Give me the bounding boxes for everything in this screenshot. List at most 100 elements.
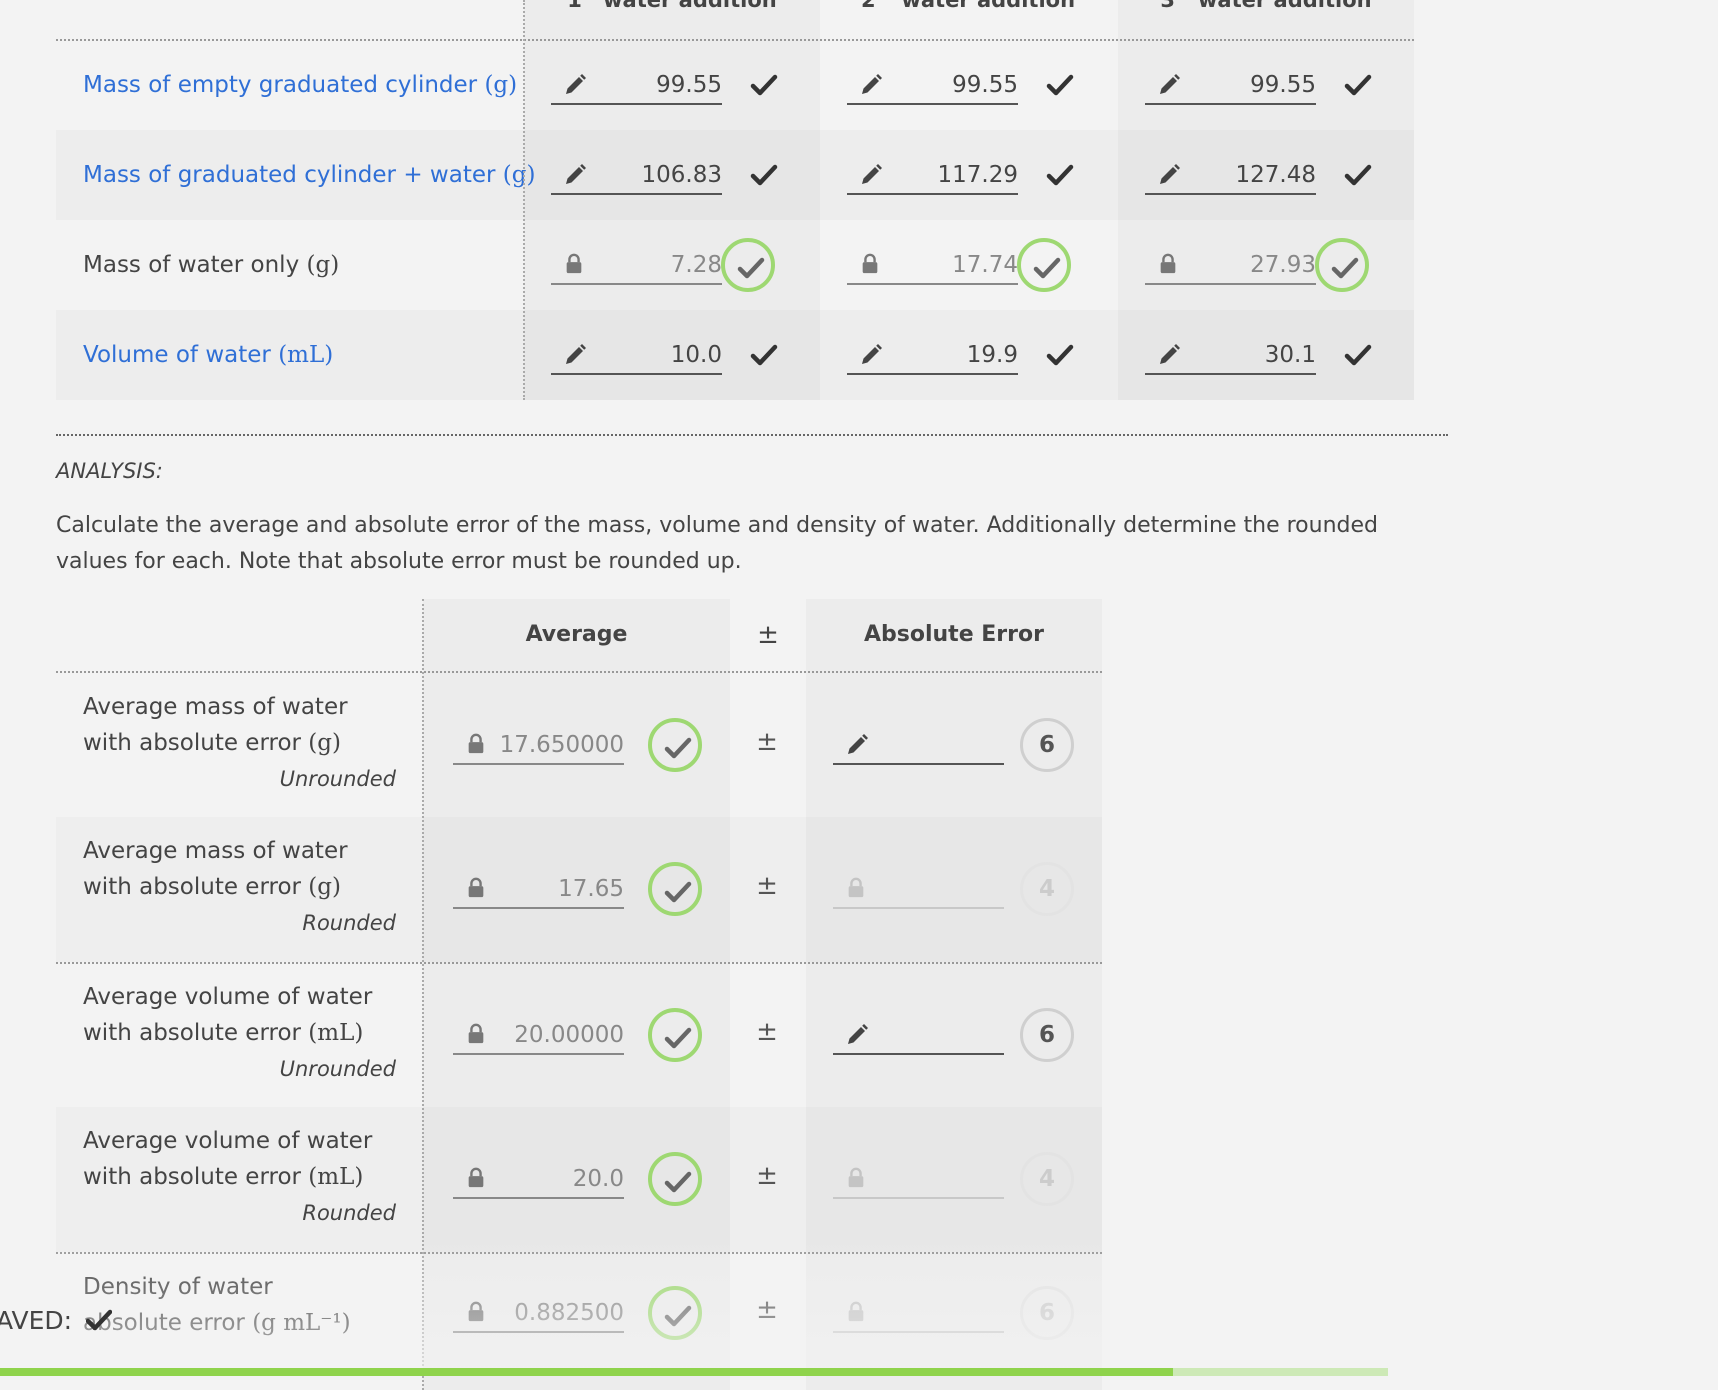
col-ordinal-suffix: st (582, 0, 596, 3)
label-line-2: absolute error (g mL⁻¹) (83, 1305, 396, 1341)
average-value: 17.65 (558, 876, 624, 902)
label-line-2-text: with absolute error (83, 1020, 301, 1046)
col-ordinal: 1 (567, 0, 582, 12)
validated-ring (648, 718, 702, 772)
value-input[interactable]: 99.55 (847, 67, 1018, 105)
absolute-error-input[interactable] (833, 727, 1004, 765)
analysis-label-divider (422, 599, 424, 1390)
analysis-row: Average mass of water with absolute error… (56, 673, 1102, 817)
plus-minus: ± (756, 871, 778, 901)
value-input[interactable]: 127.48 (1145, 157, 1316, 195)
col-ordinal: 3 (1160, 0, 1175, 12)
label-unit: (g) (308, 730, 341, 756)
data-row: Mass of graduated cylinder + water (g) 10… (56, 130, 1414, 220)
pencil-icon (859, 163, 883, 187)
analysis-row-label: Average mass of water with absolute error… (83, 689, 396, 797)
pencil-icon (563, 163, 587, 187)
absolute-error-input (833, 1295, 1004, 1333)
absolute-error-input (833, 871, 1004, 909)
rounding-mode: Unrounded (279, 1057, 396, 1081)
analysis-row: Average volume of water with absolute err… (56, 963, 1102, 1107)
pencil-icon (859, 73, 883, 97)
pencil-icon (1157, 73, 1181, 97)
row-label[interactable]: Mass of empty graduated cylinder (g) (83, 40, 517, 130)
check-icon (750, 343, 778, 367)
check-icon (664, 1170, 692, 1193)
row-label[interactable]: Mass of graduated cylinder + water (g) (83, 130, 535, 220)
row-label-text: Mass of graduated cylinder + water (83, 162, 496, 188)
average-value: 20.00000 (514, 1022, 624, 1048)
label-line-1: Density of water (83, 1274, 273, 1300)
attempts-remaining: 6 (1020, 1008, 1074, 1062)
plus-minus: ± (756, 1161, 778, 1191)
average-input: 0.882500 (453, 1295, 624, 1333)
label-line-2: with absolute error (mL) (83, 1159, 396, 1195)
value-cell: 127.48 (1118, 130, 1414, 220)
row-unit: (g) (306, 252, 340, 278)
col-ordinal-suffix: nd (876, 0, 895, 3)
value-text: 106.83 (641, 162, 722, 188)
average-value: 20.0 (572, 1166, 624, 1192)
value-cell: 99.55 (1118, 40, 1414, 130)
label-line-1: Average mass of water (83, 694, 348, 720)
col-label: water addition (603, 0, 777, 12)
analysis-header-divider (56, 671, 1102, 673)
data-row: Mass of empty graduated cylinder (g) 99.5… (56, 40, 1414, 130)
analysis-row-label: Density of water absolute error (g mL⁻¹) (83, 1269, 396, 1341)
label-line-1: Average volume of water (83, 1128, 373, 1154)
col-label: water addition (1198, 0, 1372, 12)
value-cell: 99.55 (524, 40, 820, 130)
value-text: 117.29 (937, 162, 1018, 188)
pencil-icon (1157, 163, 1181, 187)
value-cell: 30.1 (1118, 310, 1414, 400)
validated-ring (648, 1286, 702, 1340)
value-text: 99.55 (1250, 72, 1316, 98)
average-input: 20.0 (453, 1161, 624, 1199)
lock-icon (859, 253, 883, 277)
value-input[interactable]: 10.0 (551, 337, 722, 375)
lock-icon (465, 877, 489, 901)
value-text: 10.0 (670, 342, 722, 368)
label-unit: (mL) (308, 1020, 364, 1046)
value-text: 30.1 (1264, 342, 1316, 368)
header-divider (56, 39, 1414, 41)
value-text: 7.28 (670, 252, 722, 278)
value-input[interactable]: 99.55 (551, 67, 722, 105)
value-input[interactable]: 106.83 (551, 157, 722, 195)
row-label-text: Mass of water only (83, 252, 300, 278)
check-icon (1046, 73, 1074, 97)
plus-minus: ± (756, 727, 778, 757)
check-icon (1331, 256, 1359, 279)
lock-icon (465, 733, 489, 757)
row-label[interactable]: Volume of water (mL) (83, 310, 333, 400)
check-icon (664, 1026, 692, 1049)
absolute-error-input[interactable] (833, 1017, 1004, 1055)
pencil-icon (859, 343, 883, 367)
validated-ring (1315, 238, 1369, 292)
absolute-error-header: Absolute Error (864, 622, 1044, 647)
value-text: 99.55 (656, 72, 722, 98)
analysis-row-label: Average volume of water with absolute err… (83, 1123, 396, 1231)
label-line-2-text: with absolute error (83, 730, 301, 756)
label-line-2: with absolute error (g) (83, 725, 396, 761)
value-text: 19.9 (966, 342, 1018, 368)
pencil-icon (563, 343, 587, 367)
pencil-icon (1157, 343, 1181, 367)
value-cell: 117.29 (820, 130, 1116, 220)
value-input: 17.74 (847, 247, 1018, 285)
validated-ring (1017, 238, 1071, 292)
value-input[interactable]: 117.29 (847, 157, 1018, 195)
row-label: Mass of water only (g) (83, 220, 339, 310)
col-label: water addition (901, 0, 1076, 12)
attempts-remaining: 6 (1020, 718, 1074, 772)
value-text: 99.55 (952, 72, 1018, 98)
validated-ring (648, 862, 702, 916)
value-cell: 17.74 (820, 220, 1116, 310)
value-input[interactable]: 19.9 (847, 337, 1018, 375)
row-unit: (g) (484, 72, 518, 98)
value-input[interactable]: 30.1 (1145, 337, 1316, 375)
col-ordinal: 2 (860, 0, 876, 12)
lock-icon (465, 1167, 489, 1191)
value-input[interactable]: 99.55 (1145, 67, 1316, 105)
value-input: 27.93 (1145, 247, 1316, 285)
